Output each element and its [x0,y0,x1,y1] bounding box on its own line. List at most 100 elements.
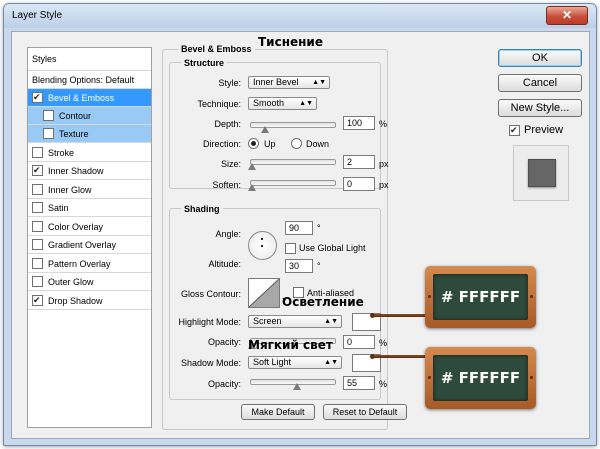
close-icon: ✕ [561,8,573,22]
contour-curve-icon [248,278,280,308]
size-label: Size: [220,159,241,169]
close-button[interactable]: ✕ [546,6,588,25]
direction-up-label: Up [264,139,276,149]
highlight-color-plaque: # FFFFFF [425,266,536,328]
highlight-leader-line [374,314,426,317]
gloss-contour-label: Gloss Contour: [180,289,241,299]
sidebar-item-color-overlay[interactable]: Color Overlay [28,218,151,236]
styles-sidebar: Styles Blending Options: Default Bevel &… [27,47,152,428]
gradient-overlay-checkbox[interactable] [32,239,43,251]
use-global-light-checkbox[interactable] [285,243,296,254]
structure-title: Structure [181,58,228,68]
updown-arrow-icon: ▲▼ [324,359,338,366]
angle-input[interactable]: 90 [285,221,313,235]
highlight-opacity-label: Opacity: [207,337,241,347]
cancel-button[interactable]: Cancel [498,74,582,92]
preview-checkbox[interactable] [509,125,520,136]
sidebar-item-drop-shadow[interactable]: Drop Shadow [28,292,151,310]
shading-title: Shading [181,204,223,214]
highlight-mode-label: Highlight Mode: [178,317,241,327]
angle-dial[interactable] [248,231,277,260]
size-input[interactable]: 2 [343,155,375,169]
sidebar-item-satin[interactable]: Satin [28,199,151,217]
direction-label: Direction: [202,139,241,149]
satin-checkbox[interactable] [32,202,43,214]
sidebar-item-gradient-overlay[interactable]: Gradient Overlay [28,236,151,254]
soften-unit: px [379,180,389,190]
sidebar-item-inner-glow[interactable]: Inner Glow [28,181,151,199]
use-global-light-label: Use Global Light [299,243,366,253]
soften-slider[interactable] [248,180,336,191]
technique-label: Technique: [197,99,241,109]
make-default-button[interactable]: Make Default [241,404,315,420]
altitude-input[interactable]: 30 [285,259,313,273]
reset-to-default-button[interactable]: Reset to Default [323,404,407,420]
inner-glow-checkbox[interactable] [32,184,43,196]
updown-arrow-icon: ▲▼ [312,79,326,86]
shadow-leader-line [374,355,426,358]
annotation-shadow: Мягкий свет [248,338,333,352]
annotation-highlight: Осветление [282,295,364,309]
shadow-opacity-thumb[interactable] [293,383,301,390]
new-style-button[interactable]: New Style... [498,99,582,117]
shadow-color-value: # FFFFFF [433,355,528,401]
drop-shadow-checkbox[interactable] [32,295,43,307]
contour-checkbox[interactable] [43,110,54,122]
inner-shadow-checkbox[interactable] [32,165,43,177]
highlight-opacity-input[interactable]: 0 [343,335,375,349]
direction-down-radio[interactable] [291,138,302,149]
annotation-heading: Тиснение [258,35,323,49]
shadow-opacity-slider[interactable] [250,379,336,390]
altitude-label: Altitude: [208,259,241,269]
sidebar-item-outer-glow[interactable]: Outer Glow [28,273,151,291]
highlight-color-value: # FFFFFF [433,274,528,320]
updown-arrow-icon: ▲▼ [324,318,338,325]
sidebar-item-bevel-emboss[interactable]: Bevel & Emboss [28,89,151,107]
gloss-contour-picker[interactable] [248,278,280,308]
preview-label: Preview [524,124,564,136]
altitude-unit: ° [317,261,321,271]
depth-unit: % [379,119,388,129]
preview-square [528,159,556,187]
ok-button[interactable]: OK [498,49,582,67]
soften-label: Soften: [212,180,241,190]
depth-input[interactable]: 100 [343,116,375,130]
sidebar-item-stroke[interactable]: Stroke [28,144,151,162]
bevel-emboss-checkbox[interactable] [32,92,43,104]
angle-label: Angle: [215,229,241,239]
sidebar-item-pattern-overlay[interactable]: Pattern Overlay [28,255,151,273]
pattern-overlay-checkbox[interactable] [32,258,43,270]
technique-dropdown[interactable]: Smooth ▲▼ [248,97,317,110]
depth-label: Depth: [214,119,241,129]
depth-slider[interactable] [250,122,336,133]
shadow-mode-label: Shadow Mode: [180,358,241,368]
sidebar-item-texture[interactable]: Texture [28,125,151,143]
shadow-opacity-input[interactable]: 55 [343,376,375,390]
style-dropdown[interactable]: Inner Bevel ▲▼ [248,76,330,89]
highlight-opacity-unit: % [379,338,388,348]
window-title: Layer Style [12,10,63,21]
sidebar-item-styles[interactable]: Styles [28,48,151,71]
sidebar-item-blending-options[interactable]: Blending Options: Default [28,71,151,89]
soften-input[interactable]: 0 [343,177,375,191]
direction-down-label: Down [306,139,330,149]
stroke-checkbox[interactable] [32,147,43,159]
direction-up-radio[interactable] [248,138,259,149]
size-slider-thumb[interactable] [248,163,256,170]
shadow-color-plaque: # FFFFFF [425,347,536,409]
shadow-mode-dropdown[interactable]: Soft Light ▲▼ [248,356,342,369]
depth-slider-thumb[interactable] [261,126,269,133]
sidebar-item-contour[interactable]: Contour [28,107,151,125]
shadow-opacity-unit: % [379,379,388,389]
color-overlay-checkbox[interactable] [32,221,43,233]
style-label: Style: [218,78,241,88]
texture-checkbox[interactable] [43,128,54,140]
size-slider[interactable] [248,159,336,170]
title-bar: Layer Style ✕ [4,4,596,28]
shadow-opacity-label: Opacity: [207,379,241,389]
soften-slider-thumb[interactable] [248,184,256,191]
highlight-mode-dropdown[interactable]: Screen ▲▼ [248,315,342,328]
sidebar-item-inner-shadow[interactable]: Inner Shadow [28,162,151,180]
outer-glow-checkbox[interactable] [32,276,43,288]
style-preview [513,145,569,201]
